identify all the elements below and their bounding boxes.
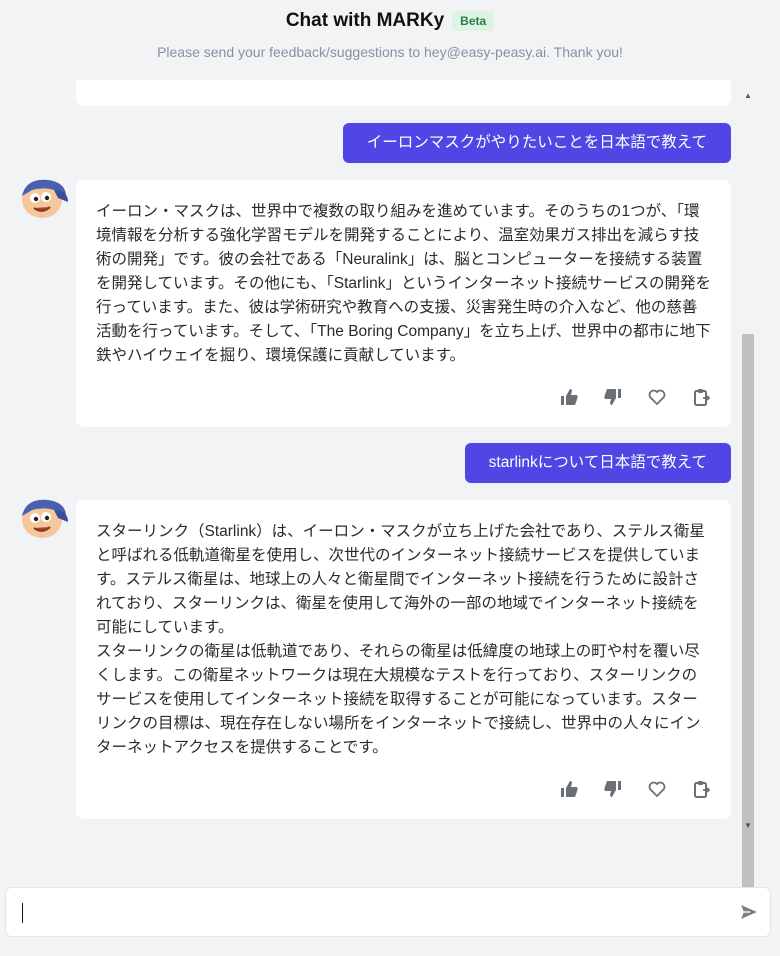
user-message: イーロンマスクがやりたいことを日本語で教えて [342, 123, 731, 163]
marky-avatar-icon [18, 496, 70, 540]
thumbs-down-icon[interactable] [603, 387, 623, 407]
bot-message-text: スターリンク（Starlink）は、イーロン・マスクが立ち上げた会社であり、ステ… [96, 520, 711, 760]
bot-message-text: イーロン・マスクは、世界中で複数の取り組みを進めています。そのうちの1つが、「環… [96, 200, 711, 368]
copy-icon[interactable] [691, 387, 711, 407]
message-input[interactable] [20, 898, 720, 928]
heart-icon[interactable] [647, 779, 667, 799]
previous-bot-message [76, 80, 731, 106]
bot-message-card: イーロン・マスクは、世界中で複数の取り組みを進めています。そのうちの1つが、「環… [76, 180, 731, 427]
bot-message-card: スターリンク（Starlink）は、イーロン・マスクが立ち上げた会社であり、ステ… [76, 500, 731, 819]
page-title: Chat with MARKy [285, 10, 445, 31]
message-composer [5, 887, 771, 937]
copy-icon[interactable] [691, 779, 711, 799]
beta-badge: Beta [452, 11, 495, 31]
message-actions [559, 779, 711, 799]
bot-message-paragraph: イーロン・マスクは、世界中で複数の取り組みを進めています。そのうちの1つが、「環… [96, 203, 711, 364]
title-row: Chat with MARKy Beta [0, 10, 780, 32]
thumbs-down-icon[interactable] [603, 779, 623, 799]
thumbs-up-icon[interactable] [559, 779, 579, 799]
chat-header: Chat with MARKy Beta Please send your fe… [0, 0, 780, 80]
marky-avatar-icon [18, 176, 70, 220]
feedback-subtitle: Please send your feedback/suggestions to… [157, 44, 623, 60]
bot-message-paragraph: スターリンク（Starlink）は、イーロン・マスクが立ち上げた会社であり、ステ… [96, 523, 705, 756]
thumbs-up-icon[interactable] [559, 387, 579, 407]
heart-icon[interactable] [647, 387, 667, 407]
chat-scrollbar[interactable]: ▲ ▼ [740, 86, 754, 904]
send-icon[interactable] [740, 903, 758, 921]
scrollbar-thumb[interactable] [742, 334, 754, 904]
message-actions [559, 387, 711, 407]
scroll-down-arrow-icon[interactable]: ▼ [742, 820, 754, 832]
user-message: starlinkについて日本語で教えて [464, 443, 731, 483]
